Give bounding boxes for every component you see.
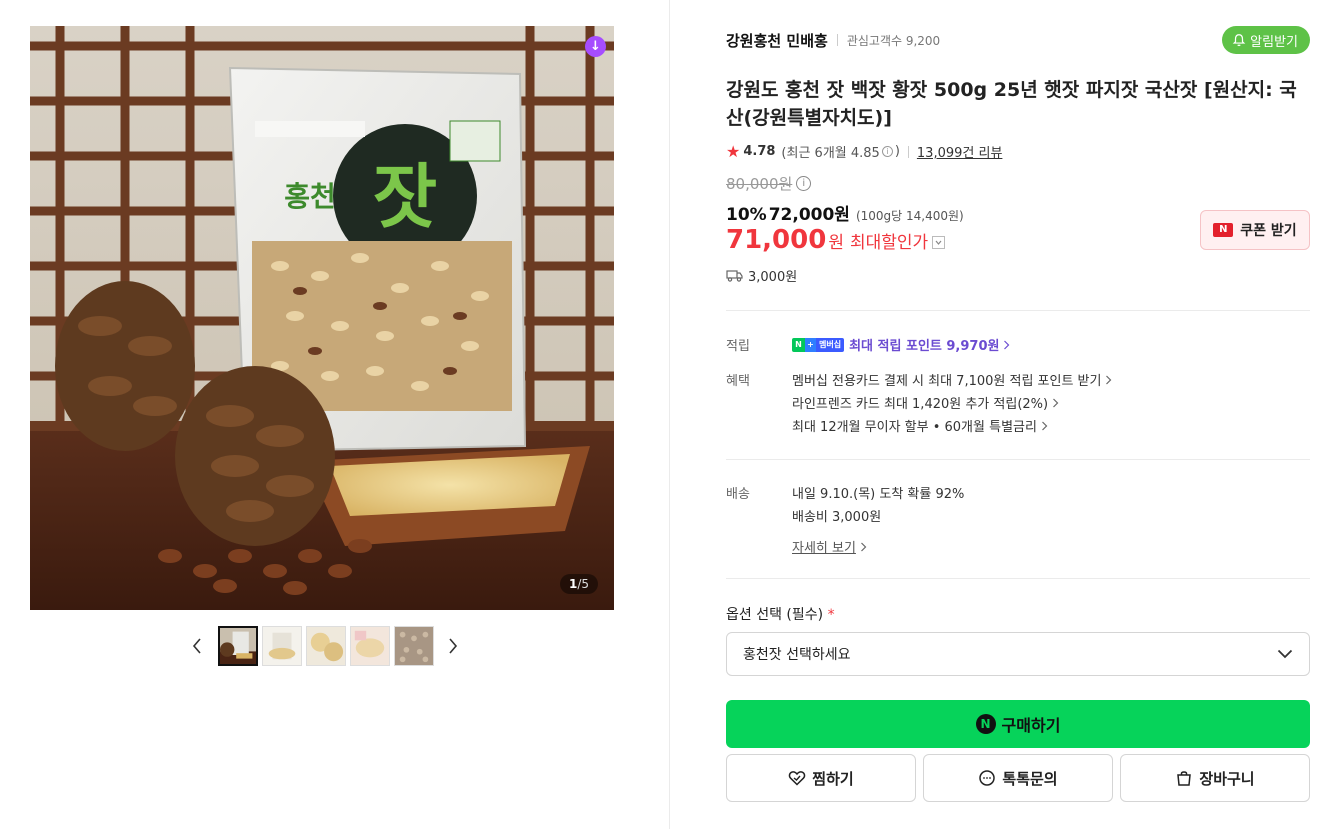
unit-price: (100g당 14,400원) — [855, 209, 964, 223]
thumbnail-strip — [190, 626, 460, 666]
alarm-subscribe-button[interactable]: 알림받기 — [1222, 26, 1310, 54]
benefit-line-2[interactable]: 라인프렌즈 카드 최대 1,420원 추가 적립(2%) — [792, 393, 1059, 412]
benefit-text: 멤버십 전용카드 결제 시 최대 7,100원 적립 포인트 받기 — [792, 374, 1102, 389]
heart-icon — [789, 771, 806, 786]
benefit-text: 라인프렌즈 카드 최대 1,420원 추가 적립(2%) — [792, 397, 1049, 412]
thumbnail-1[interactable] — [218, 626, 258, 666]
seller-name[interactable]: 강원홍천 민배홍 — [726, 30, 828, 51]
thumbnail-next-button[interactable] — [446, 636, 460, 656]
bell-plus-icon — [1232, 34, 1246, 47]
rating-row: ★ 4.78 (최근 6개월 4.85 i) 13,099건 리뷰 — [726, 142, 1002, 161]
benefit-text: 최대 12개월 무이자 할부 • 60개월 특별금리 — [792, 420, 1037, 435]
separator — [907, 145, 909, 158]
coupon-button[interactable]: N 쿠폰 받기 — [1200, 210, 1310, 250]
benefit-line-1[interactable]: 멤버십 전용카드 결제 시 최대 7,100원 적립 포인트 받기 — [792, 370, 1112, 389]
chat-bubble-icon — [979, 770, 996, 786]
follower-count: 관심고객수 9,200 — [846, 33, 941, 48]
talk-label: 톡톡문의 — [1002, 769, 1058, 788]
svg-text:홍천: 홍천 — [284, 180, 336, 213]
talk-inquiry-button[interactable]: 톡톡문의 — [923, 754, 1113, 802]
max-discount-row[interactable]: 71,000 원 최대할인가 — [726, 225, 946, 255]
points-row[interactable]: N + 멤버십 최대 적립 포인트 9,970원 — [792, 335, 1010, 354]
image-counter: 1/5 — [559, 574, 598, 594]
thumbnail-prev-button[interactable] — [190, 636, 204, 656]
cart-label: 장바구니 — [1199, 769, 1255, 788]
delivery-label: 배송 — [726, 487, 750, 502]
recent-rating-suffix: ) — [894, 144, 900, 159]
option-select-placeholder: 홍천잣 선택하세요 — [743, 647, 851, 663]
points-label: 적립 — [726, 339, 750, 354]
recent-rating-prefix: (최근 6개월 4.85 — [781, 146, 880, 161]
delivery-fee-text: 배송비 3,000원 — [792, 510, 882, 525]
thumbnail-5[interactable] — [394, 626, 434, 666]
svg-text:잣: 잣 — [373, 155, 437, 238]
shopping-bag-icon — [1177, 771, 1192, 786]
shipping-row: 3,000원 — [726, 266, 797, 285]
buy-button[interactable]: N 구매하기 — [726, 700, 1310, 748]
divider — [726, 310, 1310, 311]
truck-icon — [726, 270, 743, 282]
discount-percent: 10% — [726, 205, 767, 225]
max-discount-won: 원 — [828, 233, 844, 253]
naver-n-icon: N — [1213, 223, 1234, 237]
max-discount-price: 71,000 — [726, 225, 827, 255]
chevron-down-icon — [1277, 649, 1293, 659]
shipping-fee: 3,000원 — [748, 270, 798, 285]
wish-button[interactable]: 찜하기 — [726, 754, 916, 802]
detail-link-text: 자세히 보기 — [792, 541, 856, 556]
info-icon[interactable]: i — [881, 146, 893, 157]
counter-total: /5 — [577, 577, 589, 591]
wish-label: 찜하기 — [812, 769, 854, 788]
thumbnail-4[interactable] — [350, 626, 390, 666]
option-label: 옵션 선택 (필수) * — [726, 604, 835, 624]
points-text: 최대 적립 포인트 9,970원 — [849, 339, 1000, 354]
star-icon: ★ — [726, 142, 741, 161]
discount-price: 72,000원 — [768, 205, 850, 225]
chevron-right-icon — [1052, 398, 1059, 408]
discount-row: 10% 72,000원 (100g당 14,400원) — [726, 200, 964, 225]
delivery-detail-link[interactable]: 자세히 보기 — [792, 537, 867, 556]
download-arrow-icon[interactable]: ↓ — [585, 36, 606, 57]
chevron-right-icon — [1105, 375, 1112, 385]
delivery-arrival: 내일 9.10.(목) 도착 확률 92% — [792, 483, 964, 502]
max-discount-label: 최대할인가 — [849, 233, 929, 253]
product-photo: 잣 홍천 — [30, 26, 614, 610]
divider — [726, 459, 1310, 460]
column-divider — [669, 0, 670, 829]
thumbnail-3[interactable] — [306, 626, 346, 666]
original-price-row: 80,000원 i — [726, 173, 812, 194]
product-main-image[interactable]: 잣 홍천 ↓ 1/5 — [30, 26, 614, 610]
thumbnail-2[interactable] — [262, 626, 302, 666]
delivery-arrival-text: 내일 9.10.(목) 도착 확률 92% — [792, 487, 965, 502]
chevron-right-icon — [449, 638, 458, 654]
chevron-right-icon — [1003, 340, 1010, 350]
rating-score: 4.78 — [743, 144, 776, 159]
benefit-label: 혜택 — [726, 374, 750, 389]
option-label-text: 옵션 선택 (필수) — [726, 607, 824, 623]
original-price: 80,000원 — [726, 175, 793, 193]
separator — [836, 34, 838, 46]
price-info-icon[interactable]: i — [796, 176, 812, 191]
required-mark: * — [827, 607, 835, 623]
product-title: 강원도 홍천 잣 백잣 황잣 500g 25년 햇잣 파지잣 국산잣 [원산지:… — [726, 79, 1297, 129]
naver-pay-icon: N — [975, 714, 996, 734]
chevron-down-icon[interactable] — [932, 236, 946, 249]
cart-button[interactable]: 장바구니 — [1120, 754, 1310, 802]
membership-badge-icon: N + 멤버십 — [792, 337, 845, 352]
secondary-actions: 찜하기 톡톡문의 장바구니 — [726, 754, 1310, 802]
alarm-label: 알림받기 — [1250, 34, 1298, 50]
delivery-fee: 배송비 3,000원 — [792, 506, 881, 525]
option-select[interactable]: 홍천잣 선택하세요 — [726, 632, 1310, 676]
chevron-right-icon — [860, 542, 867, 552]
buy-label: 구매하기 — [1001, 716, 1061, 735]
chevron-right-icon — [1041, 421, 1048, 431]
benefit-line-3[interactable]: 최대 12개월 무이자 할부 • 60개월 특별금리 — [792, 416, 1048, 435]
seller-row: 강원홍천 민배홍 관심고객수 9,200 알림받기 — [726, 26, 1310, 54]
chevron-left-icon — [192, 638, 201, 654]
review-count-link[interactable]: 13,099건 리뷰 — [917, 142, 1003, 161]
coupon-label: 쿠폰 받기 — [1240, 223, 1297, 239]
divider — [726, 578, 1310, 579]
